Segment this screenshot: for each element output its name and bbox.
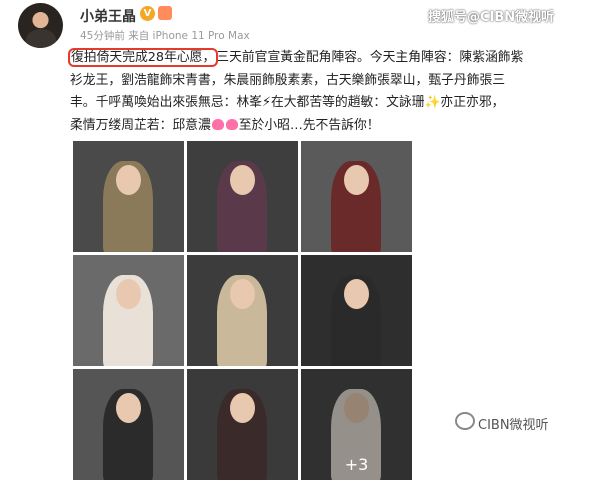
heart-emoji-icon (211, 118, 224, 130)
grid-photo[interactable]: +3 (301, 369, 412, 480)
verified-icon: V (140, 6, 155, 21)
grid-photo[interactable] (301, 141, 412, 252)
avatar[interactable] (18, 3, 63, 48)
post-line-1: 復拍倚天完成28年心愿，三天前官宣黃金配角陣容。今天主角陣容：陳紫涵飾紫 (67, 48, 524, 67)
face (116, 165, 141, 195)
post-line-3: 丰。千呼萬喚始出來張無忌：林峯⚡在大都苦等的趙敏：文詠珊✨亦正亦邪， (70, 95, 505, 110)
face (116, 279, 141, 309)
face (116, 393, 141, 423)
wechat-icon (455, 412, 475, 430)
post-meta: 45分钟前 来自 iPhone 11 Pro Max (80, 30, 250, 42)
heart-emoji-icon (225, 118, 238, 130)
grid-photo[interactable] (187, 369, 298, 480)
grid-photo[interactable] (73, 141, 184, 252)
face (344, 279, 369, 309)
grid-photo[interactable] (187, 255, 298, 366)
grid-photo[interactable] (73, 255, 184, 366)
more-photos-label[interactable]: +3 (301, 369, 412, 480)
username[interactable]: 小弟王晶 (80, 6, 136, 26)
footer-watermark: CIBN微视听 (478, 418, 549, 433)
face (230, 165, 255, 195)
member-badge-icon (158, 6, 172, 20)
grid-photo[interactable] (187, 141, 298, 252)
face (230, 393, 255, 423)
face (344, 165, 369, 195)
post-line-2: 衫龙王，劉浩龍飾宋青書，朱晨丽飾殷素素，古天樂飾張翠山，甄子丹飾張三 (70, 72, 506, 88)
grid-photo[interactable] (301, 255, 412, 366)
header-watermark: 搜狐号@CIBN微视听 (428, 10, 555, 25)
post-body: 復拍倚天完成28年心愿，三天前官宣黃金配角陣容。今天主角陣容：陳紫涵飾紫 衫龙王… (67, 47, 590, 137)
face (230, 279, 255, 309)
highlight-box: 復拍倚天完成28年心愿， (67, 48, 219, 67)
post-line-4: 柔情万缕周芷若：邱意濃 至於小昭…先不告訴你！ (70, 117, 380, 133)
grid-photo[interactable] (73, 369, 184, 480)
